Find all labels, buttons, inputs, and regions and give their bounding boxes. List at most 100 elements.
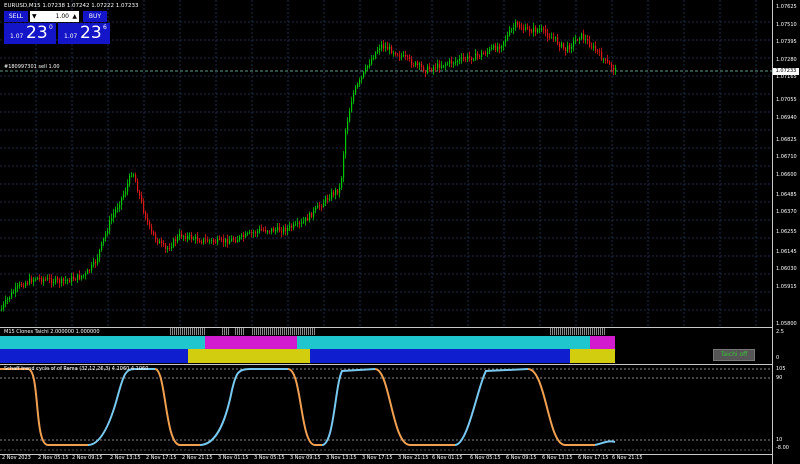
- candle-body: [497, 46, 499, 51]
- candle-body: [69, 279, 71, 282]
- taichi-gray-tick: [556, 328, 557, 335]
- taichi-gray-tick: [272, 328, 273, 335]
- volume-value[interactable]: 1.00: [56, 11, 69, 22]
- candle-body: [263, 229, 265, 231]
- candle-body: [603, 59, 605, 61]
- taichi-gray-tick: [192, 328, 193, 335]
- candle-body: [397, 54, 399, 56]
- candle-body: [461, 57, 463, 60]
- candle-body: [477, 53, 479, 56]
- taichi-gray-tick: [302, 328, 303, 335]
- taichi-gray-tick: [566, 328, 567, 335]
- candle-body: [61, 278, 63, 284]
- candle-body: [251, 232, 253, 234]
- candle-body: [95, 261, 97, 264]
- candle-body: [285, 227, 287, 232]
- order-line-label[interactable]: #180997301 sell 1.00: [4, 64, 60, 70]
- candle-body: [185, 236, 187, 240]
- candle-body: [469, 56, 471, 58]
- candle-body: [167, 247, 169, 250]
- candle-body: [371, 58, 373, 65]
- buy-button[interactable]: BUY: [83, 11, 107, 22]
- sell-price-pips: 23: [26, 23, 48, 43]
- candle-body: [345, 130, 347, 155]
- candle-body: [591, 46, 593, 48]
- candle-body: [597, 50, 599, 52]
- candle-body: [395, 52, 397, 55]
- candle-body: [11, 292, 13, 298]
- candle-body: [47, 278, 49, 280]
- taichi-gray-tick: [268, 328, 269, 335]
- sell-button[interactable]: SELL: [4, 11, 28, 22]
- candle-body: [533, 27, 535, 33]
- time-label: 2 Nov 2023: [2, 455, 31, 461]
- candle-body: [389, 46, 391, 50]
- price-label: 1.06825: [776, 137, 797, 143]
- candle-body: [253, 232, 255, 234]
- candle-body: [219, 238, 221, 240]
- candle-body: [609, 62, 611, 64]
- candle-body: [339, 187, 341, 193]
- candle-body: [377, 50, 379, 53]
- taichi-gray-tick: [196, 328, 197, 335]
- price-label: 1.07625: [776, 4, 797, 10]
- candle-body: [33, 279, 35, 283]
- taichi-gray-tick: [578, 328, 579, 335]
- candle-body: [427, 66, 429, 73]
- candle-body: [125, 191, 127, 195]
- candle-body: [209, 240, 211, 242]
- taichi-gray-tick: [256, 328, 257, 335]
- taichi-gray-tick: [260, 328, 261, 335]
- candle-body: [205, 238, 207, 240]
- taichi-gray-tick: [310, 328, 311, 335]
- candle-body: [97, 257, 99, 264]
- candle-body: [277, 227, 279, 230]
- taichi-gray-tick: [226, 328, 227, 335]
- candle-body: [113, 213, 115, 218]
- taichi-gray-tick: [172, 328, 173, 335]
- price-label: 1.06600: [776, 172, 797, 178]
- candle-body: [193, 238, 195, 240]
- candle-body: [227, 239, 229, 244]
- schaff-line-segment: [594, 440, 616, 446]
- candle-body: [89, 270, 91, 272]
- time-label: 3 Nov 01:15: [218, 455, 249, 461]
- candle-body: [87, 270, 89, 274]
- taichi-toggle-button[interactable]: Taichi off: [713, 349, 755, 361]
- volume-decrease-icon[interactable]: ▼: [32, 11, 37, 22]
- taichi-scale-bottom: 0: [776, 355, 780, 361]
- volume-field[interactable]: ▼ 1.00 ▲: [30, 11, 79, 22]
- candle-body: [195, 236, 197, 239]
- price-chart-canvas[interactable]: [0, 0, 772, 327]
- candle-body: [171, 246, 173, 249]
- candle-body: [255, 232, 257, 234]
- candle-body: [309, 213, 311, 221]
- sell-price-box[interactable]: 1.07 23 0: [4, 23, 56, 44]
- taichi-gray-tick: [224, 328, 225, 335]
- buy-price-box[interactable]: 1.07 23 6: [58, 23, 110, 44]
- candle-body: [555, 37, 557, 39]
- candle-body: [413, 64, 415, 66]
- candle-body: [153, 231, 155, 235]
- candle-body: [293, 224, 295, 228]
- candle-body: [487, 51, 489, 55]
- candle-body: [261, 228, 263, 230]
- volume-increase-icon[interactable]: ▲: [72, 11, 77, 22]
- price-label: 1.06370: [776, 209, 797, 215]
- taichi-gray-tick: [204, 328, 205, 335]
- candle-body: [175, 239, 177, 242]
- candle-body: [3, 303, 5, 309]
- candle-body: [367, 66, 369, 68]
- taichi-gray-tick: [280, 328, 281, 335]
- candle-body: [453, 62, 455, 64]
- candle-body: [319, 205, 321, 207]
- price-chart[interactable]: [0, 0, 772, 327]
- candle-body: [411, 59, 413, 65]
- candle-body: [587, 39, 589, 41]
- candle-body: [305, 217, 307, 222]
- schaff-indicator-pane[interactable]: [0, 365, 772, 454]
- candle-body: [425, 71, 427, 73]
- candle-body: [467, 56, 469, 60]
- taichi-indicator-pane[interactable]: [0, 328, 772, 364]
- schaff-line-segment: [321, 368, 376, 446]
